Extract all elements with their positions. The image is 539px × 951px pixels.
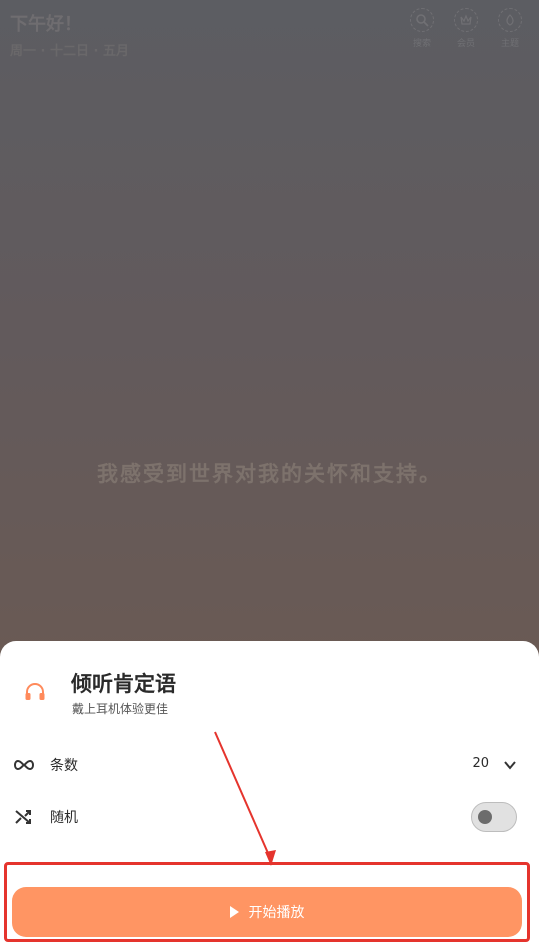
top-actions: 搜索 会员 主题 xyxy=(407,8,525,49)
theme-action[interactable]: 主题 xyxy=(495,8,525,49)
date-label: 周一 · 十二日 · 五月 xyxy=(10,44,129,59)
shuffle-row: 随机 xyxy=(0,797,539,837)
annotation-highlight-box xyxy=(4,862,530,942)
headphones-icon xyxy=(24,682,46,702)
theme-icon xyxy=(498,8,522,32)
shuffle-label: 随机 xyxy=(50,810,78,826)
vip-icon xyxy=(454,8,478,32)
shuffle-toggle[interactable] xyxy=(471,802,517,832)
count-row[interactable]: 条数 20 xyxy=(0,745,539,785)
greeting-title: 下午好！ xyxy=(10,14,82,35)
theme-action-label: 主题 xyxy=(500,39,519,49)
vip-action[interactable]: 会员 xyxy=(451,8,481,49)
sheet-subtitle: 戴上耳机体验更佳 xyxy=(72,702,169,716)
search-icon xyxy=(410,8,434,32)
sheet-title: 倾听肯定语 xyxy=(71,672,176,696)
vip-action-label: 会员 xyxy=(456,39,475,49)
search-action[interactable]: 搜索 xyxy=(407,8,437,49)
infinity-icon xyxy=(12,753,36,777)
count-value[interactable]: 20 xyxy=(472,756,489,771)
chevron-down-icon[interactable] xyxy=(503,757,517,771)
shuffle-icon xyxy=(12,805,36,829)
count-label: 条数 xyxy=(50,758,78,774)
toggle-knob xyxy=(478,810,492,824)
search-action-label: 搜索 xyxy=(412,39,431,49)
affirmation-quote: 我感受到世界对我的关怀和支持。 xyxy=(97,461,442,486)
